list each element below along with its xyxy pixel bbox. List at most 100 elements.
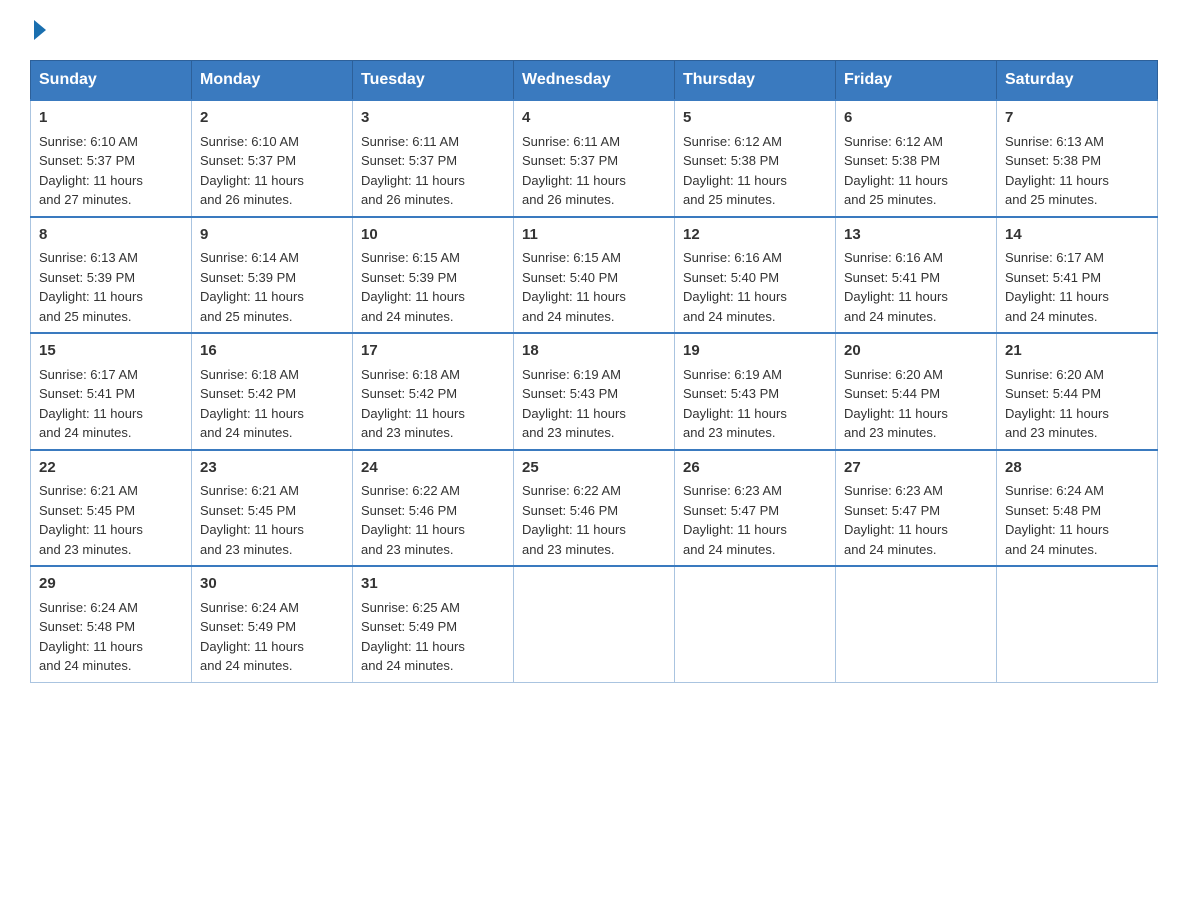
day-cell: 7 Sunrise: 6:13 AM Sunset: 5:38 PM Dayli… bbox=[997, 100, 1158, 217]
day-cell: 3 Sunrise: 6:11 AM Sunset: 5:37 PM Dayli… bbox=[353, 100, 514, 217]
day-number: 23 bbox=[200, 457, 344, 480]
day-number: 21 bbox=[1005, 340, 1149, 363]
day-info: Sunrise: 6:17 AM Sunset: 5:41 PM Dayligh… bbox=[1005, 250, 1109, 324]
day-cell: 9 Sunrise: 6:14 AM Sunset: 5:39 PM Dayli… bbox=[192, 217, 353, 334]
day-info: Sunrise: 6:24 AM Sunset: 5:48 PM Dayligh… bbox=[1005, 483, 1109, 557]
day-cell: 16 Sunrise: 6:18 AM Sunset: 5:42 PM Dayl… bbox=[192, 333, 353, 450]
day-number: 18 bbox=[522, 340, 666, 363]
header-row: SundayMondayTuesdayWednesdayThursdayFrid… bbox=[31, 61, 1158, 101]
day-cell: 5 Sunrise: 6:12 AM Sunset: 5:38 PM Dayli… bbox=[675, 100, 836, 217]
day-cell: 21 Sunrise: 6:20 AM Sunset: 5:44 PM Dayl… bbox=[997, 333, 1158, 450]
day-cell: 26 Sunrise: 6:23 AM Sunset: 5:47 PM Dayl… bbox=[675, 450, 836, 567]
day-number: 16 bbox=[200, 340, 344, 363]
day-cell: 22 Sunrise: 6:21 AM Sunset: 5:45 PM Dayl… bbox=[31, 450, 192, 567]
day-info: Sunrise: 6:25 AM Sunset: 5:49 PM Dayligh… bbox=[361, 600, 465, 674]
day-number: 24 bbox=[361, 457, 505, 480]
day-cell: 27 Sunrise: 6:23 AM Sunset: 5:47 PM Dayl… bbox=[836, 450, 997, 567]
week-row-1: 1 Sunrise: 6:10 AM Sunset: 5:37 PM Dayli… bbox=[31, 100, 1158, 217]
day-number: 5 bbox=[683, 107, 827, 130]
header-cell-saturday: Saturday bbox=[997, 61, 1158, 101]
day-info: Sunrise: 6:11 AM Sunset: 5:37 PM Dayligh… bbox=[522, 134, 626, 208]
day-info: Sunrise: 6:13 AM Sunset: 5:38 PM Dayligh… bbox=[1005, 134, 1109, 208]
day-info: Sunrise: 6:24 AM Sunset: 5:49 PM Dayligh… bbox=[200, 600, 304, 674]
day-info: Sunrise: 6:18 AM Sunset: 5:42 PM Dayligh… bbox=[361, 367, 465, 441]
day-cell: 12 Sunrise: 6:16 AM Sunset: 5:40 PM Dayl… bbox=[675, 217, 836, 334]
day-cell: 20 Sunrise: 6:20 AM Sunset: 5:44 PM Dayl… bbox=[836, 333, 997, 450]
day-cell: 1 Sunrise: 6:10 AM Sunset: 5:37 PM Dayli… bbox=[31, 100, 192, 217]
day-info: Sunrise: 6:23 AM Sunset: 5:47 PM Dayligh… bbox=[683, 483, 787, 557]
logo bbox=[30, 20, 46, 40]
day-info: Sunrise: 6:15 AM Sunset: 5:39 PM Dayligh… bbox=[361, 250, 465, 324]
day-number: 14 bbox=[1005, 224, 1149, 247]
day-number: 3 bbox=[361, 107, 505, 130]
day-cell: 25 Sunrise: 6:22 AM Sunset: 5:46 PM Dayl… bbox=[514, 450, 675, 567]
logo-blue-text bbox=[30, 20, 46, 40]
day-info: Sunrise: 6:13 AM Sunset: 5:39 PM Dayligh… bbox=[39, 250, 143, 324]
day-cell: 28 Sunrise: 6:24 AM Sunset: 5:48 PM Dayl… bbox=[997, 450, 1158, 567]
day-info: Sunrise: 6:18 AM Sunset: 5:42 PM Dayligh… bbox=[200, 367, 304, 441]
day-cell: 15 Sunrise: 6:17 AM Sunset: 5:41 PM Dayl… bbox=[31, 333, 192, 450]
day-info: Sunrise: 6:21 AM Sunset: 5:45 PM Dayligh… bbox=[39, 483, 143, 557]
day-number: 2 bbox=[200, 107, 344, 130]
day-cell: 14 Sunrise: 6:17 AM Sunset: 5:41 PM Dayl… bbox=[997, 217, 1158, 334]
header-cell-tuesday: Tuesday bbox=[353, 61, 514, 101]
day-number: 6 bbox=[844, 107, 988, 130]
day-info: Sunrise: 6:21 AM Sunset: 5:45 PM Dayligh… bbox=[200, 483, 304, 557]
day-number: 27 bbox=[844, 457, 988, 480]
day-number: 15 bbox=[39, 340, 183, 363]
day-cell: 31 Sunrise: 6:25 AM Sunset: 5:49 PM Dayl… bbox=[353, 566, 514, 682]
day-number: 9 bbox=[200, 224, 344, 247]
day-cell: 13 Sunrise: 6:16 AM Sunset: 5:41 PM Dayl… bbox=[836, 217, 997, 334]
day-number: 10 bbox=[361, 224, 505, 247]
page-header bbox=[30, 20, 1158, 40]
day-number: 19 bbox=[683, 340, 827, 363]
calendar-header: SundayMondayTuesdayWednesdayThursdayFrid… bbox=[31, 61, 1158, 101]
day-cell: 30 Sunrise: 6:24 AM Sunset: 5:49 PM Dayl… bbox=[192, 566, 353, 682]
day-cell: 23 Sunrise: 6:21 AM Sunset: 5:45 PM Dayl… bbox=[192, 450, 353, 567]
day-info: Sunrise: 6:23 AM Sunset: 5:47 PM Dayligh… bbox=[844, 483, 948, 557]
week-row-3: 15 Sunrise: 6:17 AM Sunset: 5:41 PM Dayl… bbox=[31, 333, 1158, 450]
day-number: 13 bbox=[844, 224, 988, 247]
day-info: Sunrise: 6:12 AM Sunset: 5:38 PM Dayligh… bbox=[683, 134, 787, 208]
day-cell: 4 Sunrise: 6:11 AM Sunset: 5:37 PM Dayli… bbox=[514, 100, 675, 217]
day-number: 30 bbox=[200, 573, 344, 596]
day-cell: 2 Sunrise: 6:10 AM Sunset: 5:37 PM Dayli… bbox=[192, 100, 353, 217]
day-info: Sunrise: 6:19 AM Sunset: 5:43 PM Dayligh… bbox=[683, 367, 787, 441]
day-cell bbox=[997, 566, 1158, 682]
header-cell-monday: Monday bbox=[192, 61, 353, 101]
day-number: 29 bbox=[39, 573, 183, 596]
day-number: 4 bbox=[522, 107, 666, 130]
day-cell bbox=[836, 566, 997, 682]
day-cell: 17 Sunrise: 6:18 AM Sunset: 5:42 PM Dayl… bbox=[353, 333, 514, 450]
day-info: Sunrise: 6:15 AM Sunset: 5:40 PM Dayligh… bbox=[522, 250, 626, 324]
day-info: Sunrise: 6:17 AM Sunset: 5:41 PM Dayligh… bbox=[39, 367, 143, 441]
day-number: 1 bbox=[39, 107, 183, 130]
day-number: 7 bbox=[1005, 107, 1149, 130]
day-info: Sunrise: 6:20 AM Sunset: 5:44 PM Dayligh… bbox=[844, 367, 948, 441]
day-number: 25 bbox=[522, 457, 666, 480]
day-number: 26 bbox=[683, 457, 827, 480]
day-cell: 6 Sunrise: 6:12 AM Sunset: 5:38 PM Dayli… bbox=[836, 100, 997, 217]
day-info: Sunrise: 6:12 AM Sunset: 5:38 PM Dayligh… bbox=[844, 134, 948, 208]
header-cell-friday: Friday bbox=[836, 61, 997, 101]
day-info: Sunrise: 6:16 AM Sunset: 5:40 PM Dayligh… bbox=[683, 250, 787, 324]
calendar-body: 1 Sunrise: 6:10 AM Sunset: 5:37 PM Dayli… bbox=[31, 100, 1158, 682]
week-row-2: 8 Sunrise: 6:13 AM Sunset: 5:39 PM Dayli… bbox=[31, 217, 1158, 334]
day-number: 20 bbox=[844, 340, 988, 363]
day-info: Sunrise: 6:14 AM Sunset: 5:39 PM Dayligh… bbox=[200, 250, 304, 324]
calendar-table: SundayMondayTuesdayWednesdayThursdayFrid… bbox=[30, 60, 1158, 683]
day-cell: 24 Sunrise: 6:22 AM Sunset: 5:46 PM Dayl… bbox=[353, 450, 514, 567]
week-row-4: 22 Sunrise: 6:21 AM Sunset: 5:45 PM Dayl… bbox=[31, 450, 1158, 567]
day-info: Sunrise: 6:10 AM Sunset: 5:37 PM Dayligh… bbox=[39, 134, 143, 208]
day-cell: 29 Sunrise: 6:24 AM Sunset: 5:48 PM Dayl… bbox=[31, 566, 192, 682]
day-info: Sunrise: 6:11 AM Sunset: 5:37 PM Dayligh… bbox=[361, 134, 465, 208]
day-cell bbox=[514, 566, 675, 682]
day-number: 28 bbox=[1005, 457, 1149, 480]
day-cell: 11 Sunrise: 6:15 AM Sunset: 5:40 PM Dayl… bbox=[514, 217, 675, 334]
week-row-5: 29 Sunrise: 6:24 AM Sunset: 5:48 PM Dayl… bbox=[31, 566, 1158, 682]
day-info: Sunrise: 6:19 AM Sunset: 5:43 PM Dayligh… bbox=[522, 367, 626, 441]
day-cell: 10 Sunrise: 6:15 AM Sunset: 5:39 PM Dayl… bbox=[353, 217, 514, 334]
header-cell-sunday: Sunday bbox=[31, 61, 192, 101]
day-info: Sunrise: 6:20 AM Sunset: 5:44 PM Dayligh… bbox=[1005, 367, 1109, 441]
day-number: 12 bbox=[683, 224, 827, 247]
